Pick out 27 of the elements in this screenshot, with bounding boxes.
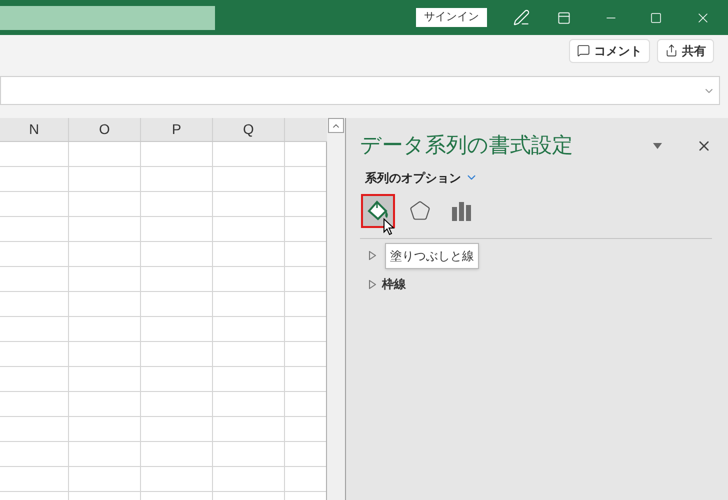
bar-chart-icon bbox=[451, 200, 473, 222]
search-bar[interactable] bbox=[0, 6, 215, 30]
scroll-up-button[interactable] bbox=[328, 118, 344, 133]
collapsed-triangle-icon[interactable] bbox=[369, 280, 376, 288]
share-icon bbox=[665, 44, 678, 57]
pentagon-icon bbox=[409, 200, 431, 222]
column-header[interactable]: P bbox=[141, 118, 213, 141]
column-header[interactable]: N bbox=[0, 118, 69, 141]
paint-bucket-icon bbox=[366, 198, 390, 222]
section-heading[interactable]: 枠線 bbox=[382, 275, 406, 293]
tooltip: 塗りつぶしと線 bbox=[385, 243, 479, 269]
maximize-icon[interactable] bbox=[650, 12, 662, 24]
share-button[interactable]: 共有 bbox=[657, 38, 714, 62]
pen-icon[interactable] bbox=[513, 9, 530, 26]
caret-down-icon[interactable] bbox=[653, 142, 662, 149]
ribbon-display-icon[interactable] bbox=[557, 10, 571, 24]
mouse-cursor-icon bbox=[383, 218, 395, 236]
format-tab[interactable] bbox=[361, 194, 395, 228]
comment-button[interactable]: コメント bbox=[569, 38, 650, 62]
series-options-label[interactable]: 系列のオプション bbox=[365, 168, 461, 186]
column-header[interactable]: Q bbox=[213, 118, 285, 141]
collapsed-triangle-icon[interactable] bbox=[369, 250, 376, 260]
column-header[interactable]: O bbox=[69, 118, 141, 141]
panel-title: データ系列の書式設定 bbox=[360, 133, 574, 159]
vertical-scrollbar[interactable] bbox=[327, 118, 346, 500]
sign-in-button[interactable]: サインイン bbox=[416, 8, 487, 27]
comment-icon bbox=[577, 44, 590, 57]
